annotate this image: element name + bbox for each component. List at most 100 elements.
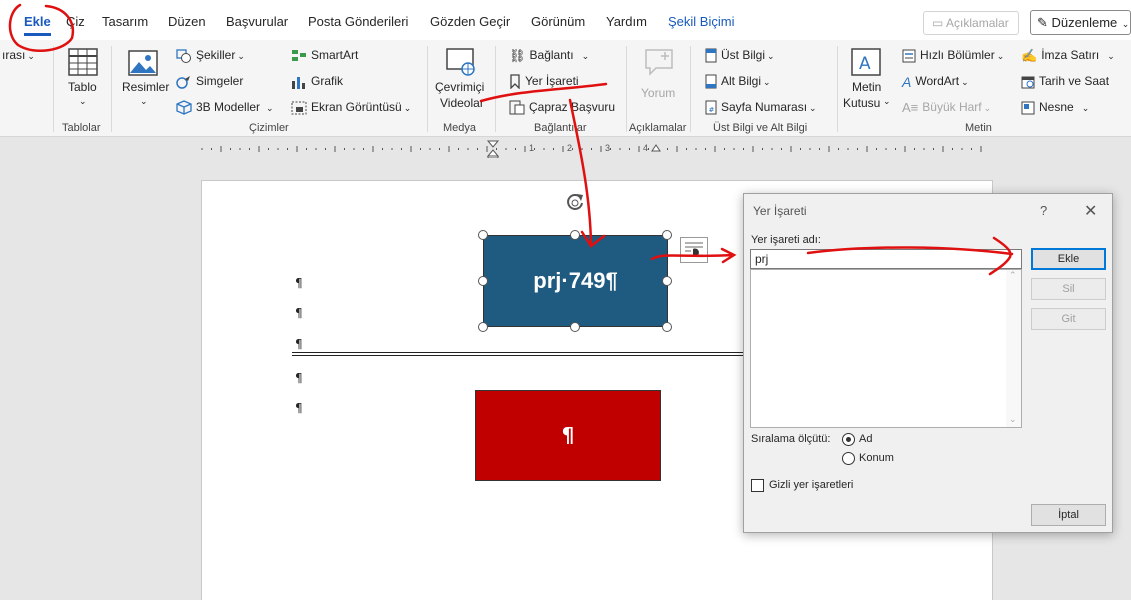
scroll-up-icon[interactable]: ⌃	[1009, 270, 1017, 281]
cancel-button[interactable]: İptal	[1031, 504, 1106, 526]
object-button[interactable]: Nesne ⌄	[1021, 100, 1089, 115]
object-icon	[1021, 101, 1035, 115]
cross-reference-icon	[509, 100, 525, 115]
rotate-handle-icon[interactable]	[564, 192, 586, 214]
resize-handle[interactable]	[570, 322, 580, 332]
signature-line-button[interactable]: ✍ İmza Satırı ⌄	[1021, 48, 1115, 64]
wordart-button[interactable]: A WordArt ⌄	[902, 74, 969, 90]
tab-ciz[interactable]: Çiz	[66, 14, 85, 29]
bookmark-name-label: Yer işareti adı:	[751, 234, 821, 246]
comments-button[interactable]: ▭ Açıklamalar	[923, 11, 1019, 35]
tab-gozden-gecir[interactable]: Gözden Geçir	[430, 14, 510, 29]
paragraph-mark: ¶	[295, 371, 303, 385]
group-label-header-footer: Üst Bilgi ve Alt Bilgi	[713, 122, 808, 134]
resize-handle[interactable]	[662, 322, 672, 332]
online-video-icon	[446, 48, 475, 76]
group-label-links: Bağlantılar	[534, 122, 587, 134]
icons-button[interactable]: Simgeler	[176, 74, 243, 89]
tab-gorunum[interactable]: Görünüm	[531, 14, 585, 29]
header-icon	[705, 48, 717, 63]
pictures-button[interactable]: Resimler ⌄	[118, 46, 170, 116]
goto-button[interactable]: Git	[1031, 308, 1106, 330]
horizontal-ruler[interactable]	[200, 140, 992, 158]
hidden-bookmarks-label: Gizli yer işaretleri	[769, 479, 854, 491]
selected-blue-shape[interactable]: prj·749¶	[483, 235, 668, 327]
resize-handle[interactable]	[570, 230, 580, 240]
paragraph-mark: ¶	[295, 337, 303, 351]
pages-cut-button[interactable]: ırası ⌄	[2, 48, 35, 62]
header-button[interactable]: Üst Bilgi ⌄	[705, 48, 775, 63]
quick-parts-button[interactable]: Hızlı Bölümler ⌄	[902, 48, 1004, 63]
delete-button[interactable]: Sil	[1031, 278, 1106, 300]
dialog-title: Yer İşareti	[753, 204, 807, 218]
cross-reference-button[interactable]: Çapraz Başvuru	[509, 100, 615, 115]
resize-handle[interactable]	[478, 322, 488, 332]
date-time-button[interactable]: Tarih ve Saat	[1021, 74, 1109, 89]
close-icon[interactable]: ✕	[1084, 201, 1097, 221]
comment-label: Yorum	[641, 86, 676, 100]
resize-handle[interactable]	[478, 276, 488, 286]
table-label: Tablo	[68, 80, 97, 94]
tab-posta-gonderileri[interactable]: Posta Gönderileri	[308, 14, 408, 29]
group-label-comments: Açıklamalar	[629, 122, 687, 134]
resize-handle[interactable]	[662, 276, 672, 286]
svg-text:#: #	[709, 106, 715, 114]
paragraph-mark: ¶	[295, 276, 303, 290]
bookmark-list[interactable]: ⌃ ⌄	[750, 269, 1022, 428]
textbox-button[interactable]: A Metin Kutusu ⌄	[840, 46, 892, 118]
table-button[interactable]: Tablo ⌄	[60, 46, 106, 116]
tab-ekle[interactable]: Ekle	[24, 14, 51, 36]
footer-button[interactable]: Alt Bilgi ⌄	[705, 74, 771, 89]
hidden-bookmarks-checkbox[interactable]	[751, 479, 764, 492]
page-number-icon: #	[705, 100, 717, 115]
calendar-icon	[1021, 76, 1035, 89]
layout-options-button[interactable]	[680, 237, 708, 263]
link-icon: ⛓	[509, 48, 526, 63]
tab-tasarim[interactable]: Tasarım	[102, 14, 148, 29]
screenshot-icon	[291, 101, 307, 115]
textbox-label-1: Metin	[852, 80, 882, 94]
drop-cap-button[interactable]: A≡ Büyük Harf ⌄	[902, 100, 991, 115]
scroll-down-icon[interactable]: ⌄	[1009, 414, 1017, 425]
layout-options-icon	[685, 242, 703, 257]
tab-sekil-bicimi[interactable]: Şekil Biçimi	[668, 14, 734, 29]
group-label-media: Medya	[443, 122, 477, 134]
resize-handle[interactable]	[478, 230, 488, 240]
comment-button[interactable]: Yorum	[636, 46, 682, 106]
tab-yardim[interactable]: Yardım	[606, 14, 647, 29]
picture-icon	[128, 50, 158, 76]
add-button[interactable]: Ekle	[1031, 248, 1106, 270]
sort-by-name-label: Ad	[859, 433, 873, 445]
list-scrollbar[interactable]: ⌃ ⌄	[1006, 270, 1021, 427]
signature-icon: ✍	[1021, 48, 1038, 63]
chart-button[interactable]: Grafik	[291, 74, 343, 89]
new-comment-icon	[645, 49, 673, 76]
cube-icon	[176, 100, 192, 116]
3d-models-button[interactable]: 3B Modeller ⌄	[176, 100, 274, 116]
help-button[interactable]: ?	[1040, 203, 1047, 218]
tab-basvurular[interactable]: Başvurular	[226, 14, 288, 29]
sort-by-label: Sıralama ölçütü:	[751, 433, 831, 445]
shapes-icon	[176, 49, 191, 63]
sort-by-name-radio[interactable]	[842, 433, 855, 446]
online-videos-label-2: Videolar	[440, 96, 484, 110]
bookmark-button[interactable]: Yer İşareti	[509, 74, 579, 90]
comment-icon: ▭	[932, 16, 947, 30]
bookmark-name-input[interactable]: prj	[750, 249, 1022, 269]
editing-mode-button[interactable]: ✎ Düzenleme ⌄	[1030, 10, 1131, 35]
wordart-icon: A	[902, 74, 912, 90]
ribbon-tab-bar: Ekle Çiz Tasarım Düzen Başvurular Posta …	[0, 0, 1131, 40]
link-button[interactable]: ⛓ Bağlantı ⌄	[509, 48, 589, 64]
smartart-button[interactable]: SmartArt	[291, 48, 358, 62]
shapes-button[interactable]: Şekiller ⌄	[176, 48, 245, 63]
resize-handle[interactable]	[662, 230, 672, 240]
horizontal-line	[292, 352, 747, 356]
screenshot-button[interactable]: Ekran Görüntüsü ⌄	[291, 100, 411, 115]
sort-by-location-radio[interactable]	[842, 452, 855, 465]
tab-duzen[interactable]: Düzen	[168, 14, 206, 29]
pencil-icon: ✎	[1037, 15, 1052, 30]
page-number-button[interactable]: # Sayfa Numarası ⌄	[705, 100, 817, 115]
red-shape[interactable]: ¶	[475, 390, 661, 481]
paragraph-mark: ¶	[295, 306, 303, 320]
online-videos-button[interactable]: Çevrimiçi Videolar	[432, 46, 490, 118]
